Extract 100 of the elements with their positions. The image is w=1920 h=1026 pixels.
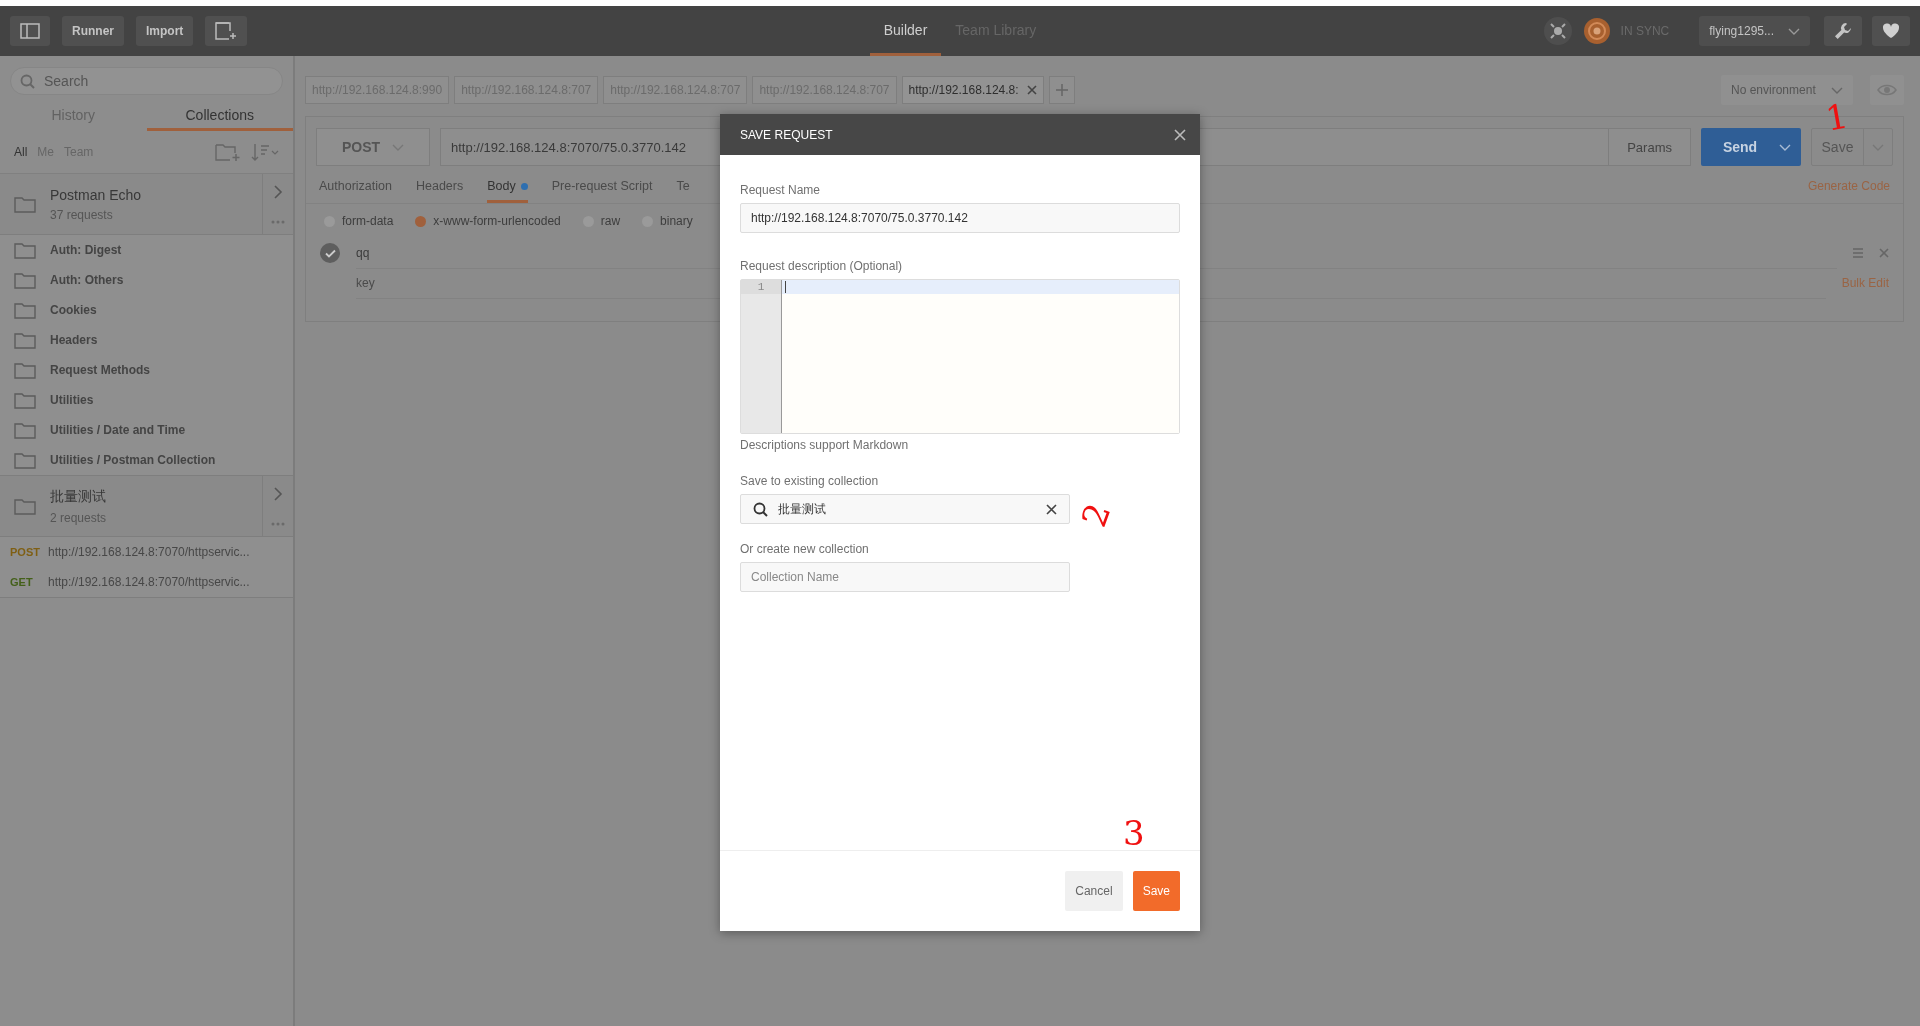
tab-label: Te xyxy=(676,179,690,193)
field-label: Request Name xyxy=(740,183,822,197)
option-label: raw xyxy=(600,214,621,228)
search-icon xyxy=(753,501,768,517)
environment-quick-look-button[interactable] xyxy=(1870,75,1904,105)
folder-name: Auth: Others xyxy=(50,273,124,287)
clear-icon[interactable] xyxy=(1046,503,1057,515)
filter-tab[interactable]: All xyxy=(14,145,28,159)
collection-search-field[interactable]: 批量测试 xyxy=(740,494,1070,524)
environment-dropdown[interactable]: No environment xyxy=(1721,75,1853,105)
folder-icon xyxy=(14,331,36,349)
save-button[interactable]: Save xyxy=(1132,871,1180,911)
collection-name: 批量测试 xyxy=(50,487,107,506)
request-name-field[interactable]: http://192.168.124.8:7070/75.0.3770.142 xyxy=(740,203,1180,233)
more-icon[interactable] xyxy=(271,218,285,225)
folder-name: Cookies xyxy=(50,303,97,317)
check-icon xyxy=(324,248,336,258)
settings-button[interactable] xyxy=(1824,16,1862,46)
text-cursor xyxy=(785,281,786,293)
line-number: 1 xyxy=(741,280,781,294)
interceptor-icon[interactable] xyxy=(1542,16,1573,46)
cancel-button[interactable]: Cancel xyxy=(1065,871,1123,911)
eye-icon xyxy=(1877,84,1897,96)
folder-item[interactable]: Auth: Others xyxy=(0,265,293,295)
body-mode-option[interactable]: form-data xyxy=(324,214,394,228)
folder-item[interactable]: Utilities xyxy=(0,385,293,415)
chevron-right-icon[interactable] xyxy=(272,485,284,502)
method-label: POST xyxy=(341,139,381,155)
plus-icon xyxy=(1055,83,1068,96)
field-value: 批量测试 xyxy=(778,500,826,518)
sort-icon[interactable] xyxy=(251,143,279,161)
field-value: http://192.168.124.8:7070/75.0.3770.142 xyxy=(751,211,968,225)
import-button[interactable]: Import xyxy=(136,16,194,46)
request-url: http://192.168.124.8:7070/httpservic... xyxy=(48,545,250,559)
folder-item[interactable]: Utilities / Date and Time xyxy=(0,415,293,445)
folder-name: Headers xyxy=(50,333,98,347)
request-section-tab[interactable]: Headers xyxy=(415,169,464,203)
more-icon[interactable] xyxy=(271,520,285,527)
option-label: binary xyxy=(660,214,693,228)
help-text: Descriptions support Markdown xyxy=(740,438,910,452)
sidebar-toggle-button[interactable] xyxy=(10,16,50,46)
request-section-tab[interactable]: Body xyxy=(487,169,528,203)
tab-label: Authorization xyxy=(319,179,392,193)
url-text: http://192.168.124.8:7070/75.0.3770.142 xyxy=(450,139,687,155)
sync-icon[interactable] xyxy=(1582,17,1611,45)
new-folder-icon[interactable] xyxy=(215,142,241,162)
runner-button[interactable]: Runner xyxy=(62,16,124,46)
folder-icon xyxy=(14,421,36,439)
option-label: form-data xyxy=(342,214,394,228)
folder-item[interactable]: Auth: Digest xyxy=(0,235,293,265)
heart-icon xyxy=(1882,23,1900,39)
folder-item[interactable]: Headers xyxy=(0,325,293,355)
request-section-tab[interactable]: Pre-request Script xyxy=(551,169,653,203)
request-section-tab[interactable]: Authorization xyxy=(319,169,392,203)
menu-icon[interactable] xyxy=(1853,248,1863,258)
search-field[interactable]: Search xyxy=(10,67,283,95)
folder-item[interactable]: Utilities / Postman Collection xyxy=(0,445,293,475)
request-item[interactable]: GET http://192.168.124.8:7070/httpservic... xyxy=(0,567,293,597)
heart-button[interactable] xyxy=(1872,16,1910,46)
handwritten-mark: 2 xyxy=(1076,499,1116,531)
folder-item[interactable]: Cookies xyxy=(0,295,293,325)
radio-button[interactable] xyxy=(415,215,427,227)
field-label: Save to existing collection xyxy=(740,474,880,488)
description-editor[interactable]: 1 xyxy=(740,279,1180,434)
request-url: http://192.168.124.8:7070/httpservic... xyxy=(48,575,250,589)
collection-name: Postman Echo xyxy=(50,186,142,203)
change-indicator xyxy=(520,182,528,190)
folder-icon xyxy=(14,391,36,409)
send-button[interactable]: Send xyxy=(1701,128,1801,166)
chevron-right-icon[interactable] xyxy=(272,183,284,200)
user-dropdown[interactable]: flying1295... xyxy=(1699,16,1810,46)
caret-icon xyxy=(392,142,405,152)
new-window-icon xyxy=(215,22,238,40)
method-dropdown[interactable]: POST xyxy=(316,128,430,166)
folder-item[interactable]: Request Methods xyxy=(0,355,293,385)
params-button[interactable]: Params xyxy=(1608,129,1690,165)
folder-icon xyxy=(14,361,36,379)
sidebar-tab[interactable]: Collections xyxy=(146,101,293,131)
close-icon[interactable] xyxy=(1026,85,1037,95)
request-section-tab[interactable]: Te xyxy=(676,169,690,203)
tab-label: Body xyxy=(487,179,516,193)
close-icon[interactable] xyxy=(1174,128,1186,141)
new-tab-button[interactable] xyxy=(1048,76,1075,104)
folder-name: Utilities / Date and Time xyxy=(50,423,186,437)
body-mode-option[interactable]: raw xyxy=(582,214,621,228)
request-item[interactable]: POST http://192.168.124.8:7070/httpservic... xyxy=(0,537,293,567)
new-window-button[interactable] xyxy=(205,16,248,46)
environment-name: No environment xyxy=(1731,83,1816,97)
body-mode-option[interactable]: binary xyxy=(642,214,693,228)
dialog-title: SAVE REQUEST xyxy=(740,127,833,142)
sidebar-icon xyxy=(20,23,40,39)
request-tab[interactable]: http://192.168.124.8: xyxy=(901,76,1044,104)
tab-label: http://192.168.124.8: xyxy=(908,83,1019,97)
folder-icon xyxy=(14,301,36,319)
param-checkbox[interactable] xyxy=(320,243,340,263)
folder-icon xyxy=(14,195,36,213)
folder-name: Auth: Digest xyxy=(50,243,122,257)
folder-icon xyxy=(14,451,36,469)
collection-name-field[interactable]: Collection Name xyxy=(740,562,1070,592)
caret-icon xyxy=(1779,142,1791,152)
